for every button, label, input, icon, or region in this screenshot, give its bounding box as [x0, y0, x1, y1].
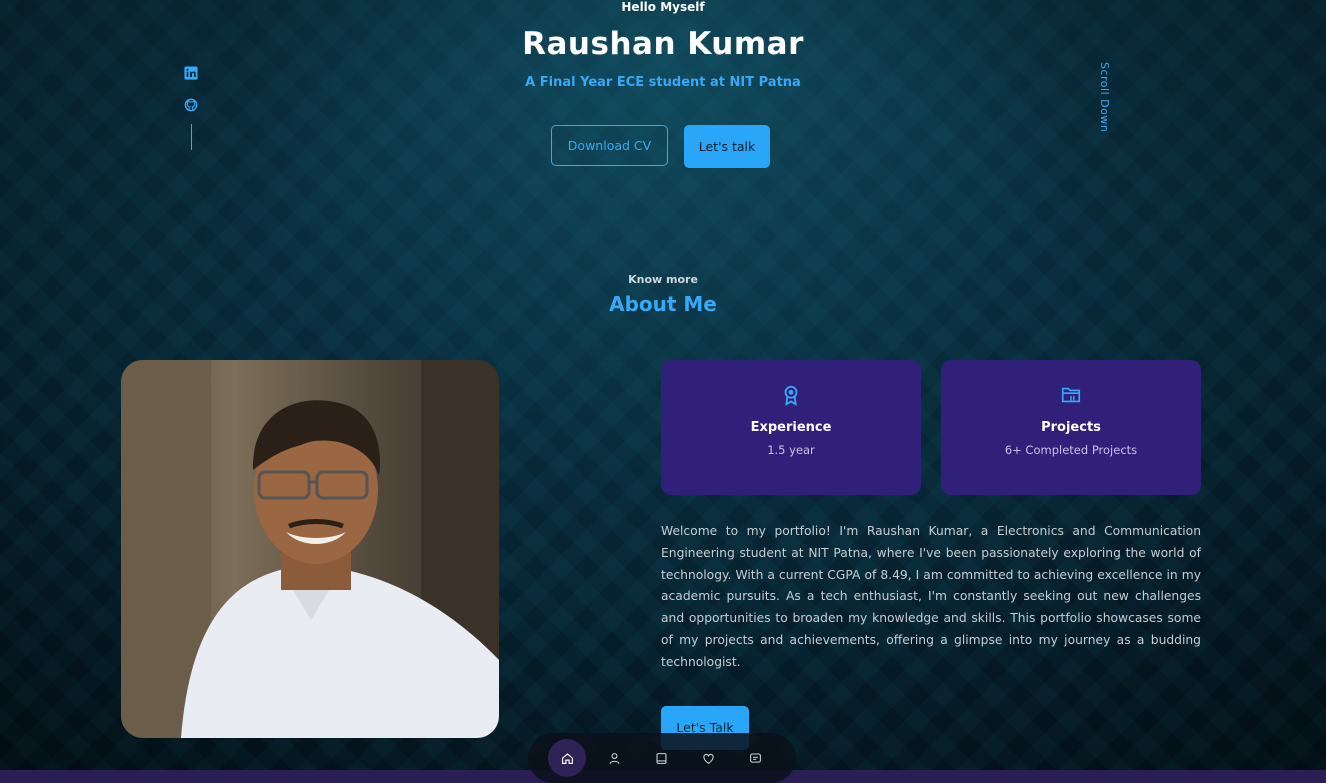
projects-value: 6+ Completed Projects	[1004, 443, 1138, 457]
github-icon[interactable]	[184, 98, 198, 112]
hero-name: Raushan Kumar	[522, 26, 804, 62]
nav-contact[interactable]	[736, 739, 774, 777]
hero-buttons: Download CV Let's talk	[551, 125, 770, 168]
home-icon	[561, 752, 573, 764]
user-icon	[609, 752, 619, 764]
about-title: About Me	[609, 292, 717, 316]
hero-greeting: Hello Myself	[621, 0, 705, 14]
award-icon	[784, 385, 798, 406]
experience-title: Experience	[750, 420, 832, 435]
heart-icon	[702, 753, 714, 764]
bottom-nav	[528, 733, 796, 783]
linkedin-icon[interactable]	[184, 66, 198, 80]
nav-home[interactable]	[548, 739, 586, 777]
experience-value: 1.5 year	[767, 443, 815, 457]
book-icon	[656, 752, 666, 764]
nav-services[interactable]	[689, 739, 727, 777]
folder-icon	[1061, 387, 1081, 403]
scroll-down-link[interactable]: Scroll Down	[1098, 62, 1111, 132]
nav-about[interactable]	[595, 739, 633, 777]
projects-card: Projects 6+ Completed Projects	[941, 360, 1201, 495]
profile-photo-illustration	[121, 360, 499, 738]
profile-photo	[121, 360, 499, 738]
lets-talk-button[interactable]: Let's talk	[684, 125, 770, 168]
about-kicker: Know more	[628, 273, 698, 286]
experience-card: Experience 1.5 year	[661, 360, 921, 495]
nav-experience[interactable]	[642, 739, 680, 777]
social-divider	[191, 124, 192, 150]
download-cv-button[interactable]: Download CV	[551, 125, 668, 166]
message-icon	[749, 753, 761, 763]
projects-title: Projects	[1041, 420, 1101, 435]
social-links	[184, 66, 200, 150]
about-paragraph: Welcome to my portfolio! I'm Raushan Kum…	[661, 524, 1201, 669]
